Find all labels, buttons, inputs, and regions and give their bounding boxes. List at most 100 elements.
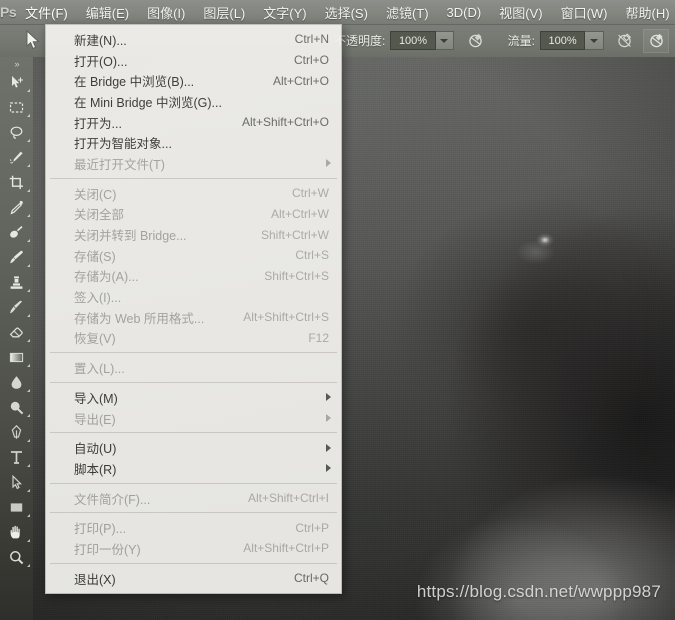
file-file-info[interactable]: 文件简介(F)... Alt+Shift+Ctrl+I [46, 488, 341, 509]
menu-item-label: 打开为... [74, 116, 122, 131]
menu-item-label: 最近打开文件(T) [74, 157, 165, 172]
brush-tool[interactable] [0, 245, 33, 270]
tool-options-corner [27, 564, 30, 567]
file-check-in[interactable]: 签入(I)... [46, 286, 341, 307]
rectangle-tool[interactable] [0, 495, 33, 520]
move-tool[interactable] [0, 70, 33, 95]
menu-item-label: 打开(O)... [74, 54, 128, 69]
opacity-dropdown-button[interactable] [435, 31, 455, 50]
file-export[interactable]: 导出(E) [46, 408, 341, 429]
file-print[interactable]: 打印(P)... Ctrl+P [46, 517, 341, 538]
menu-layer[interactable]: 图层(L) [194, 0, 254, 24]
tool-options-corner [27, 164, 30, 167]
menu-item-label: 脚本(R) [74, 462, 117, 477]
hand-tool[interactable] [0, 520, 33, 545]
menu-separator [50, 352, 337, 354]
eyedropper-tool[interactable] [0, 195, 33, 220]
opacity-input[interactable]: 100% [390, 31, 436, 50]
menu-item-label: 新建(N)... [74, 33, 127, 48]
file-exit[interactable]: 退出(X) Ctrl+Q [46, 568, 341, 589]
file-save-as[interactable]: 存储为(A)... Shift+Ctrl+S [46, 266, 341, 287]
file-place[interactable]: 置入(L)... [46, 357, 341, 378]
marquee-tool[interactable] [0, 95, 33, 120]
menu-item-label: 在 Mini Bridge 中浏览(G)... [74, 95, 222, 110]
tool-options-corner [27, 339, 30, 342]
file-import[interactable]: 导入(M) [46, 387, 341, 408]
collapse-panel-button[interactable]: » [0, 57, 33, 70]
file-browse-mini-bridge[interactable]: 在 Mini Bridge 中浏览(G)... [46, 91, 341, 112]
menu-item-shortcut: Shift+Ctrl+W [260, 227, 329, 242]
menu-item-label: 恢复(V) [74, 332, 116, 347]
file-open-as[interactable]: 打开为... Alt+Shift+Ctrl+O [46, 112, 341, 133]
menu-help[interactable]: 帮助(H) [617, 0, 675, 24]
file-open-recent[interactable]: 最近打开文件(T) [46, 153, 341, 174]
file-close-all[interactable]: 关闭全部 Alt+Ctrl+W [46, 204, 341, 225]
tool-options-corner [27, 489, 30, 492]
tool-options-corner [27, 139, 30, 142]
healing-brush-tool[interactable] [0, 220, 33, 245]
menu-filter[interactable]: 滤镜(T) [377, 0, 438, 24]
lasso-tool[interactable] [0, 120, 33, 145]
path-selection-tool[interactable] [0, 470, 33, 495]
menu-separator [50, 482, 337, 484]
pen-tool[interactable] [0, 420, 33, 445]
tool-options-corner [27, 189, 30, 192]
file-save[interactable]: 存储(S) Ctrl+S [46, 245, 341, 266]
submenu-arrow-icon [326, 159, 331, 168]
zoom-tool[interactable] [0, 545, 33, 570]
eraser-tool[interactable] [0, 320, 33, 345]
menu-file[interactable]: 文件(F) [16, 0, 77, 24]
history-brush-tool[interactable] [0, 295, 33, 320]
menu-item-shortcut: Alt+Ctrl+O [272, 73, 329, 88]
clone-stamp-tool[interactable] [0, 270, 33, 295]
file-close-go-to-bridge[interactable]: 关闭并转到 Bridge... Shift+Ctrl+W [46, 224, 341, 245]
menu-item-shortcut: Ctrl+N [294, 32, 329, 47]
menu-select[interactable]: 选择(S) [316, 0, 377, 24]
watermark-url: https://blog.csdn.net/wwppp987 [416, 582, 661, 601]
flow-label: 流量: [507, 34, 535, 48]
flow-dropdown-button[interactable] [585, 31, 604, 50]
pressure-opacity-icon[interactable] [462, 29, 488, 53]
menu-separator [50, 562, 337, 564]
file-revert[interactable]: 恢复(V) F12 [46, 328, 341, 349]
menu-item-shortcut: Alt+Shift+Ctrl+P [243, 541, 329, 556]
airbrush-icon[interactable] [612, 29, 638, 53]
file-close[interactable]: 关闭(C) Ctrl+W [46, 183, 341, 204]
menu-item-shortcut: Ctrl+Q [293, 571, 329, 586]
file-open[interactable]: 打开(O)... Ctrl+O [46, 50, 341, 71]
menu-view[interactable]: 视图(V) [490, 0, 551, 24]
menu-edit[interactable]: 编辑(E) [77, 0, 138, 24]
menu-window[interactable]: 窗口(W) [552, 0, 617, 24]
chevron-down-icon [440, 38, 449, 43]
tool-options-corner [27, 114, 30, 117]
menu-item-shortcut: Ctrl+W [292, 186, 329, 201]
dodge-tool[interactable] [0, 395, 33, 420]
file-print-one-copy[interactable]: 打印一份(Y) Alt+Shift+Ctrl+P [46, 538, 341, 559]
file-automate[interactable]: 自动(U) [46, 437, 341, 458]
menu-item-label: 存储为(A)... [74, 270, 139, 285]
crop-tool[interactable] [0, 170, 33, 195]
submenu-arrow-icon [326, 414, 331, 423]
menu-item-label: 存储为 Web 所用格式... [74, 311, 205, 326]
file-open-as-smart-object[interactable]: 打开为智能对象... [46, 132, 341, 153]
blur-tool[interactable] [0, 370, 33, 395]
pressure-size-icon[interactable] [643, 28, 669, 53]
menu-item-shortcut: Ctrl+O [293, 53, 329, 68]
type-tool[interactable] [0, 445, 33, 470]
menu-type[interactable]: 文字(Y) [254, 0, 315, 24]
file-scripts[interactable]: 脚本(R) [46, 458, 341, 479]
menu-item-shortcut: Alt+Shift+Ctrl+O [241, 115, 329, 130]
tool-options-corner [27, 264, 30, 267]
menu-item-label: 关闭并转到 Bridge... [74, 229, 187, 244]
file-new[interactable]: 新建(N)... Ctrl+N [46, 29, 341, 50]
file-browse-bridge[interactable]: 在 Bridge 中浏览(B)... Alt+Ctrl+O [46, 70, 341, 91]
flow-input[interactable]: 100% [539, 31, 586, 50]
file-save-for-web[interactable]: 存储为 Web 所用格式... Alt+Shift+Ctrl+S [46, 307, 341, 328]
menu-image[interactable]: 图像(I) [138, 0, 194, 24]
menu-item-label: 文件简介(F)... [74, 492, 151, 507]
gradient-tool[interactable] [0, 345, 33, 370]
tool-options-corner [27, 214, 30, 217]
menu-3d[interactable]: 3D(D) [438, 0, 491, 24]
chevron-down-icon [590, 38, 599, 43]
quick-selection-tool[interactable] [0, 145, 33, 170]
